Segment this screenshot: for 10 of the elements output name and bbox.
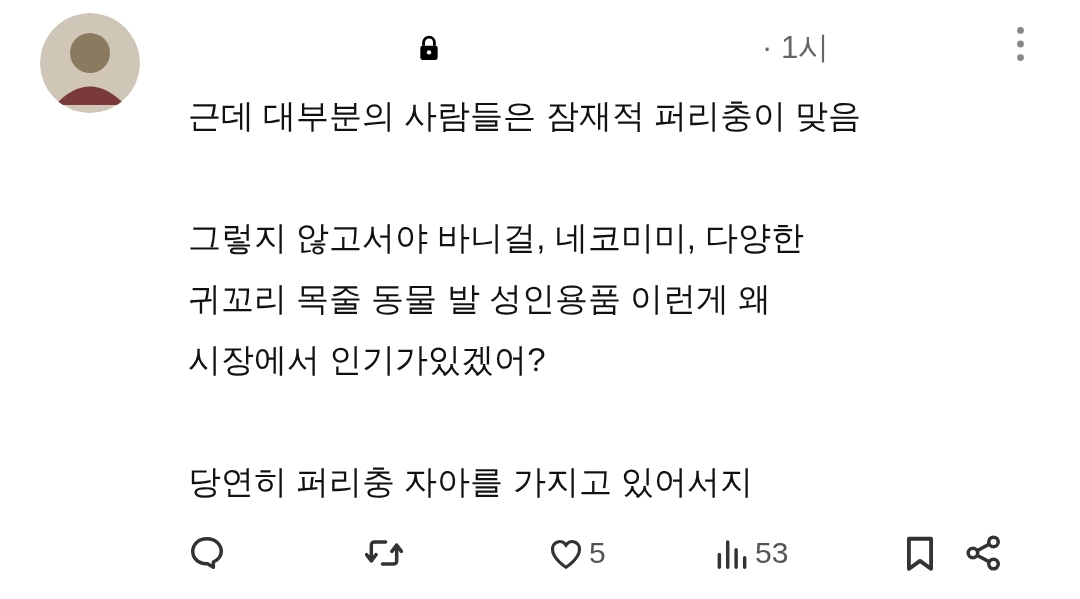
speech-bubble-icon[interactable] xyxy=(188,534,226,572)
post-text: 당연히 퍼리충 자아를 가지고 있어서지 xyxy=(188,462,753,502)
count-label: 5 xyxy=(589,536,606,570)
post-text: 근데 대부분의 사람들은 잠재적 퍼리충이 맞음 xyxy=(188,96,861,136)
post-text: 그렇지 않고서야 바니걸, 네코미미, 다양한 귀꼬리 목줄 동물 발 성인용품 이런게 왜 시장에서 인기가있겠어? xyxy=(188,218,804,380)
avatar[interactable] xyxy=(40,13,140,113)
count-label: 53 xyxy=(755,536,789,570)
post-time[interactable]: · 1시 xyxy=(762,27,830,69)
more-icon[interactable] xyxy=(1017,27,1024,61)
share-icon[interactable] xyxy=(965,534,1003,572)
